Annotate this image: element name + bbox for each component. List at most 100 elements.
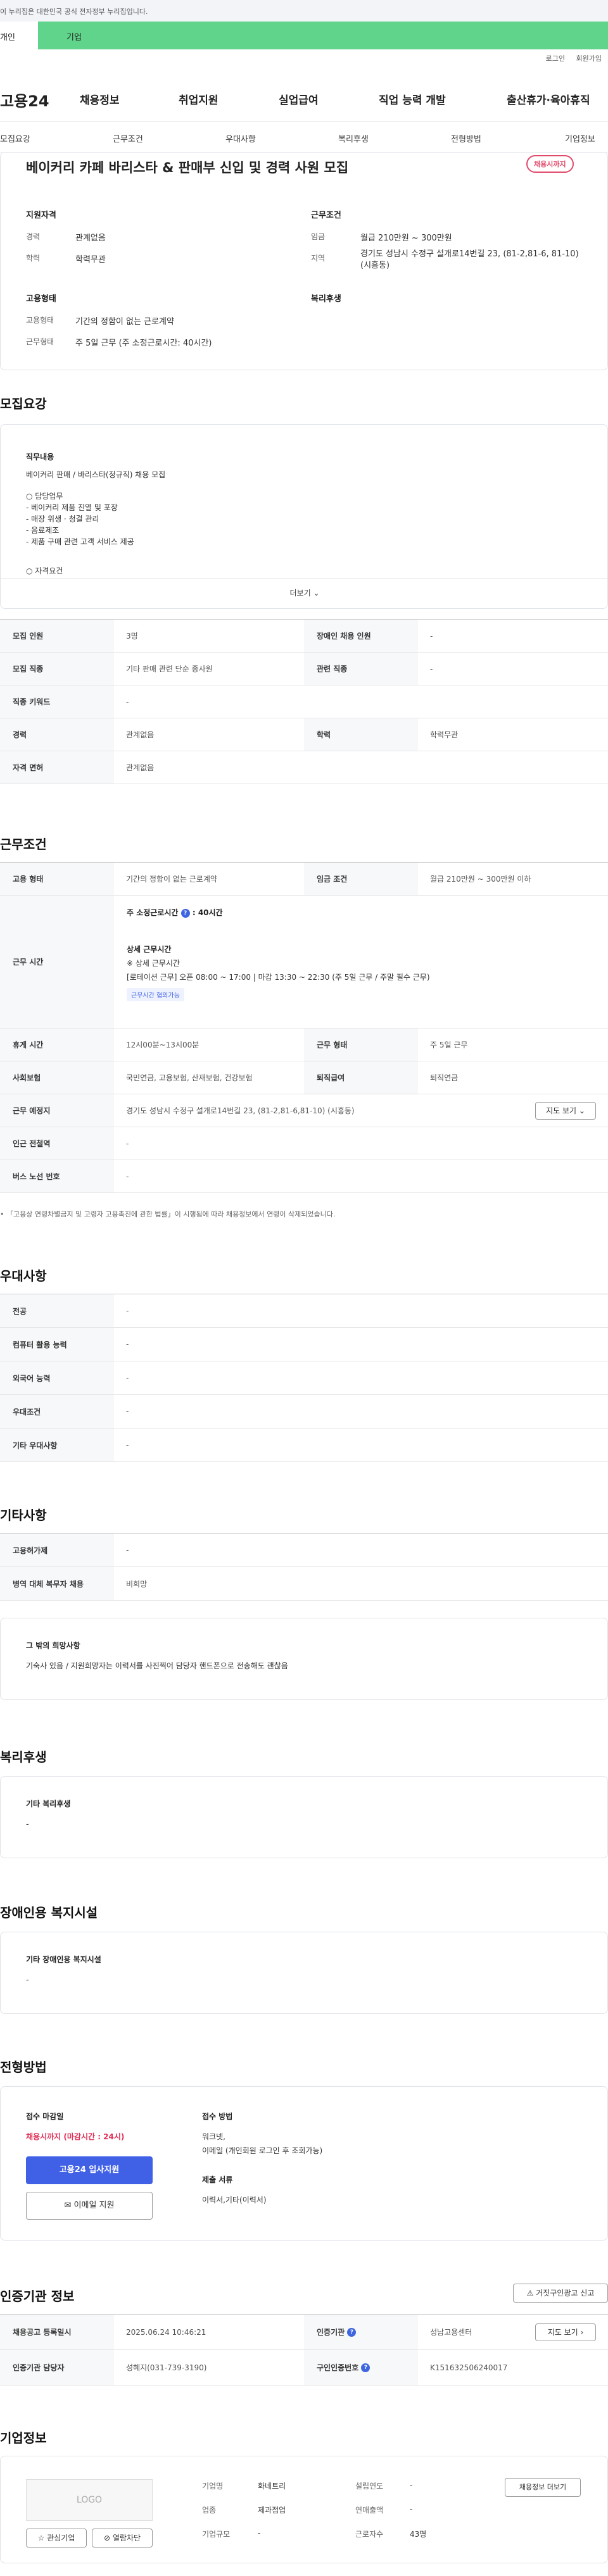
weekly-hours: 주 소정근로시간 ? : 40시간: [127, 907, 223, 918]
table-row: 모집 인원 3명 장애인 채용 인원 -: [0, 620, 608, 653]
method-value: 이메일 (개인회원 로그인 후 조회가능): [202, 2146, 323, 2155]
industry-value: 제과점업: [258, 2506, 286, 2515]
employment-heading: 고용형태: [26, 294, 56, 304]
company-logo: LOGO: [26, 2479, 153, 2521]
anchor-selection[interactable]: 전형방법: [451, 132, 481, 144]
summary-card: 베이커리 카페 바리스타 & 판매부 신입 및 경력 사원 모집 채용시까지 지…: [0, 152, 608, 370]
tab-company[interactable]: 기업: [38, 22, 608, 49]
table-row: 병역 대체 복무자 채용 비희망: [0, 1567, 608, 1601]
gnb-item-parental-leave[interactable]: 출산휴가·육아휴직: [507, 91, 590, 107]
welfare-card: 기타 복리후생 -: [0, 1776, 608, 1858]
table-row: 우대조건 -: [0, 1395, 608, 1429]
anchor-recruit[interactable]: 모집요강: [0, 132, 30, 144]
agency-label: 인증기관 ?: [304, 2315, 418, 2349]
disabled-facility-box-heading: 기타 장애인용 복지시설: [26, 1955, 101, 1964]
selection-card: 접수 마감일 채용시까지 (마감시간 : 24시) 고용24 입사지원 ✉ 이메…: [0, 2086, 608, 2241]
disabled-facility-heading: 장애인용 복지시설: [0, 1905, 98, 1920]
email-apply-label: 이메일 지원: [73, 2201, 115, 2210]
industry-label: 업종: [202, 2506, 217, 2515]
login-link[interactable]: 로그인: [546, 54, 565, 63]
more-button[interactable]: 더보기 ⌄: [1, 578, 607, 608]
disabled-hire-label: 장애인 채용 인원: [304, 620, 418, 652]
conditions-table: 고용 형태 기간의 정함이 없는 근로계약 임금 조건 월급 210만원 ~ 3…: [0, 862, 608, 1193]
duty-item: - 매장 위생 · 청결 관리: [26, 515, 99, 523]
chevron-down-icon: ⌄: [578, 1106, 585, 1115]
gnb-item-jobs[interactable]: 채용정보: [80, 91, 120, 107]
career-label: 경력: [26, 232, 41, 241]
headcount-value: 3명: [126, 632, 138, 641]
military-alt-value: 비희망: [126, 1579, 148, 1589]
other-preference-label: 기타 우대사항: [0, 1429, 114, 1461]
help-icon[interactable]: ?: [361, 2363, 370, 2372]
report-ad-button[interactable]: ⚠ 거짓구인광고 신고: [513, 2284, 608, 2303]
report-ad-label: 거짓구인광고 신고: [536, 2289, 595, 2298]
map-button[interactable]: 지도 보기 ⌄: [535, 1102, 596, 1120]
company-name-label: 기업명: [202, 2482, 224, 2491]
gnb-item-unemployment-benefit[interactable]: 실업급여: [279, 91, 319, 107]
gnb-item-employment-support[interactable]: 취업지원: [179, 91, 218, 107]
keyword-label: 직종 키워드: [0, 685, 114, 718]
agency-label-text: 인증기관: [317, 2328, 345, 2337]
bus-label: 버스 노선 번호: [0, 1160, 114, 1192]
wage-value: 월급 210만원 ~ 300만원: [360, 234, 452, 243]
duty-item: - 음료제조: [26, 526, 60, 535]
hours-detail-heading: 상세 근무시간: [127, 945, 172, 954]
table-row: 휴게 시간 12시00분~13시00분 근무 형태 주 5일 근무: [0, 1029, 608, 1061]
company-heading: 기업정보: [0, 2430, 47, 2446]
wage-value: 월급 210만원 ~ 300만원 이하: [430, 875, 531, 884]
weekly-hours-value: : 40시간: [192, 908, 223, 917]
signup-link[interactable]: 회원가입: [576, 54, 602, 63]
table-row: 근무 시간 주 소정근로시간 ? : 40시간 상세 근무시간 ※ 상세 근무시…: [0, 896, 608, 1029]
other-wishes-heading: 그 밖의 희망사항: [26, 1641, 80, 1650]
company-jobs-button[interactable]: 채용정보 더보기: [505, 2478, 581, 2497]
anchor-preference[interactable]: 우대사항: [225, 132, 256, 144]
duty-heading: ○ 담당업무: [26, 492, 63, 501]
documents-heading: 제출 서류: [202, 2175, 233, 2184]
age-footnote-text: 「고용상 연령차별금지 및 고령자 고용촉진에 관한 법률」이 시행됨에 따라 …: [6, 1210, 336, 1218]
major-label: 전공: [0, 1294, 114, 1327]
job-category-value: 기타 판매 관련 단순 종사원: [126, 665, 213, 673]
hours-detail-sub: ※ 상세 근무시간: [127, 959, 180, 968]
anchor-welfare[interactable]: 복리후생: [338, 132, 369, 144]
welfare-heading: 복리후생: [311, 294, 341, 304]
help-icon[interactable]: ?: [180, 908, 190, 918]
tab-personal[interactable]: 개인: [0, 22, 38, 49]
site-logo[interactable]: 고용24: [0, 89, 49, 111]
agency-value: 성남고용센터: [430, 2328, 472, 2337]
help-icon[interactable]: ?: [347, 2327, 357, 2337]
emptype-label: 고용형태: [26, 316, 54, 325]
gnb-item-vocational-training[interactable]: 직업 능력 개발: [379, 91, 446, 107]
preference-heading: 우대사항: [0, 1268, 47, 1284]
util-menu: 로그인 회원가입: [537, 53, 602, 63]
welfare-section-heading: 복리후생: [0, 1749, 47, 1765]
method-heading: 접수 방법: [202, 2112, 233, 2121]
job-description-card: 직무내용 베이커리 판매 / 바리스타(정규직) 채용 모집 ○ 담당업무 - …: [0, 424, 608, 609]
company-name-value: 화네트리: [258, 2482, 286, 2491]
star-icon: ☆: [37, 2534, 45, 2542]
deadline-value: 채용시까지 (마감시간 : 24시): [26, 2132, 125, 2141]
computer-skill-label: 컴퓨터 활용 능력: [0, 1328, 114, 1361]
email-apply-button[interactable]: ✉ 이메일 지원: [26, 2192, 153, 2220]
qualification-heading: 지원자격: [26, 211, 56, 220]
anchor-conditions[interactable]: 근무조건: [113, 132, 143, 144]
company-size-label: 기업규모: [202, 2530, 231, 2539]
chevron-down-icon: ⌄: [313, 589, 320, 597]
workplace-label: 근무 예정지: [0, 1094, 114, 1127]
employee-count-value: 43명: [410, 2530, 427, 2539]
negotiable-tag: 근무시간 협의가능: [127, 988, 184, 1001]
area-value: 경기도 성남시 수정구 설개로14번길 23, (81-2,81-6, 81-1…: [360, 249, 579, 270]
interest-company-label: 관심기업: [47, 2534, 75, 2542]
anchor-company[interactable]: 기업정보: [565, 132, 595, 144]
retirement-value: 퇴직연금: [430, 1073, 459, 1082]
weekly-hours-label: 주 소정근로시간: [127, 908, 179, 917]
block-view-label: 열람차단: [112, 2534, 141, 2542]
company-size-value: -: [258, 2529, 261, 2537]
career-value: 관계없음: [75, 234, 106, 243]
block-view-button[interactable]: ⊘ 열람차단: [92, 2529, 153, 2548]
apply-button[interactable]: 고용24 입사지원: [26, 2156, 153, 2184]
table-row: 사회보험 국민연금, 고용보험, 산재보험, 건강보험 퇴직급여 퇴직연금: [0, 1061, 608, 1094]
agency-map-button[interactable]: 지도 보기 ›: [535, 2323, 596, 2341]
interest-company-button[interactable]: ☆ 관심기업: [26, 2529, 87, 2548]
license-label: 자격 면허: [0, 751, 114, 784]
emptype-label: 고용 형태: [0, 863, 114, 895]
